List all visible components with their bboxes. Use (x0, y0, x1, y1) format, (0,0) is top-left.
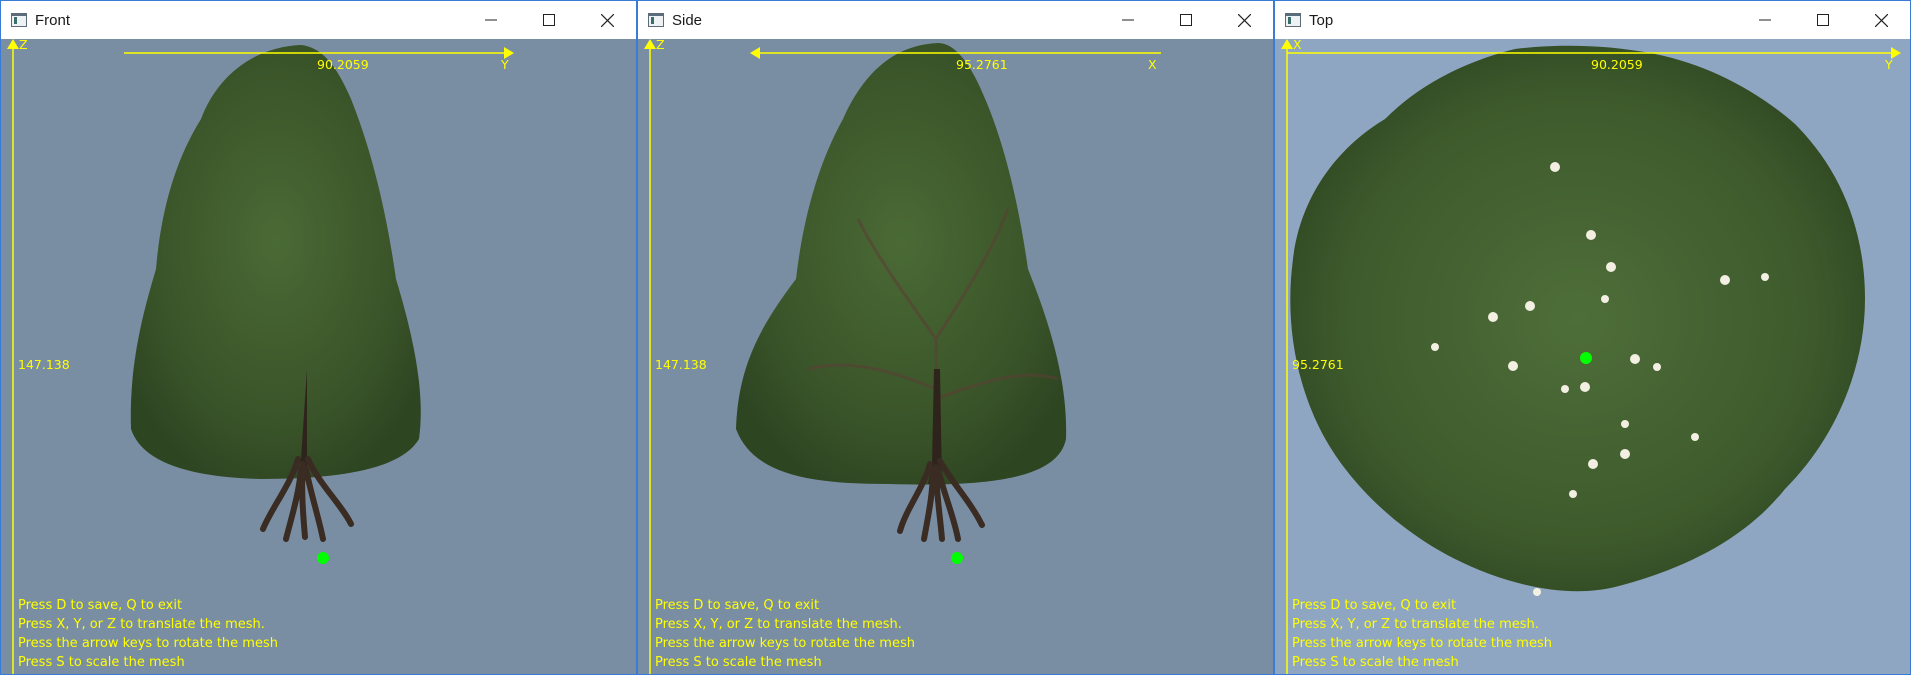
vertical-axis-arrow (644, 39, 656, 49)
horizontal-axis-label: X (1148, 57, 1157, 72)
maximize-button[interactable] (1794, 1, 1852, 39)
window-title: Front (35, 11, 71, 29)
close-button[interactable] (578, 1, 636, 39)
maximize-icon (1817, 14, 1829, 26)
close-icon (1237, 13, 1251, 27)
maximize-button[interactable] (520, 1, 578, 39)
help-line: Press D to save, Q to exit (1292, 598, 1457, 613)
help-line: Press X, Y, or Z to translate the mesh. (655, 617, 902, 632)
minimize-button[interactable] (462, 1, 520, 39)
help-line: Press D to save, Q to exit (18, 598, 183, 613)
help-line: Press the arrow keys to rotate the mesh (18, 636, 278, 651)
help-line: Press S to scale the mesh (1292, 655, 1459, 670)
help-line: Press the arrow keys to rotate the mesh (655, 636, 915, 651)
vertical-axis-arrow (1281, 39, 1293, 49)
help-line: Press the arrow keys to rotate the mesh (1292, 636, 1552, 651)
tree-render-top (1281, 39, 1901, 674)
window-title: Top (1309, 11, 1334, 29)
minimize-icon (485, 19, 497, 21)
titlebar[interactable]: Side (638, 1, 1273, 39)
horizontal-measure: 95.2761 (956, 57, 1008, 72)
close-button[interactable] (1215, 1, 1273, 39)
help-text: Press D to save, Q to exit Press X, Y, o… (18, 596, 278, 672)
help-line: Press S to scale the mesh (655, 655, 822, 670)
titlebar[interactable]: Top (1275, 1, 1910, 39)
vertical-measure: 95.2761 (1292, 357, 1344, 372)
horizontal-axis-label: Y (1885, 57, 1893, 72)
maximize-icon (1180, 14, 1192, 26)
window-side[interactable]: Side Z X 95.2761 147.138 Press D to save… (637, 0, 1274, 675)
vertical-axis-label: X (1293, 37, 1302, 52)
minimize-button[interactable] (1099, 1, 1157, 39)
window-top[interactable]: Top X Y 90.2059 95.2761 Press D to save,… (1274, 0, 1911, 675)
viewport-side[interactable]: Z X 95.2761 147.138 Press D to save, Q t… (638, 37, 1273, 674)
tree-foliage (1290, 45, 1865, 592)
app-window-icon (11, 13, 27, 27)
app-window-icon (1285, 13, 1301, 27)
tree-render-side (644, 39, 1161, 674)
viewport-top[interactable]: X Y 90.2059 95.2761 Press D to save, Q t… (1275, 37, 1910, 674)
close-icon (600, 13, 614, 27)
help-line: Press X, Y, or Z to translate the mesh. (1292, 617, 1539, 632)
tree-foliage (736, 43, 1067, 485)
titlebar[interactable]: Front (1, 1, 636, 39)
horizontal-axis-arrow (750, 47, 760, 59)
help-text: Press D to save, Q to exit Press X, Y, o… (1292, 596, 1552, 672)
vertical-measure: 147.138 (18, 357, 70, 372)
maximize-button[interactable] (1157, 1, 1215, 39)
minimize-button[interactable] (1736, 1, 1794, 39)
vertical-axis-arrow (7, 39, 19, 49)
minimize-icon (1122, 19, 1134, 21)
horizontal-measure: 90.2059 (1591, 57, 1643, 72)
tree-render-front (7, 39, 514, 674)
help-line: Press D to save, Q to exit (655, 598, 820, 613)
maximize-icon (543, 14, 555, 26)
app-window-icon (648, 13, 664, 27)
tree-foliage (130, 45, 421, 479)
help-text: Press D to save, Q to exit Press X, Y, o… (655, 596, 915, 672)
pivot-point (317, 552, 329, 564)
pivot-point (1580, 352, 1592, 364)
horizontal-measure: 90.2059 (317, 57, 369, 72)
window-title: Side (672, 11, 703, 29)
window-front[interactable]: Front Z Y 90.2059 147.138 Press D to sav… (0, 0, 637, 675)
pivot-point (951, 552, 963, 564)
minimize-icon (1759, 19, 1771, 21)
vertical-measure: 147.138 (655, 357, 707, 372)
close-icon (1874, 13, 1888, 27)
viewport-front[interactable]: Z Y 90.2059 147.138 Press D to save, Q t… (1, 37, 636, 674)
help-line: Press X, Y, or Z to translate the mesh. (18, 617, 265, 632)
help-line: Press S to scale the mesh (18, 655, 185, 670)
vertical-axis-label: Z (656, 37, 665, 52)
close-button[interactable] (1852, 1, 1910, 39)
vertical-axis-label: Z (19, 37, 28, 52)
horizontal-axis-label: Y (501, 57, 509, 72)
